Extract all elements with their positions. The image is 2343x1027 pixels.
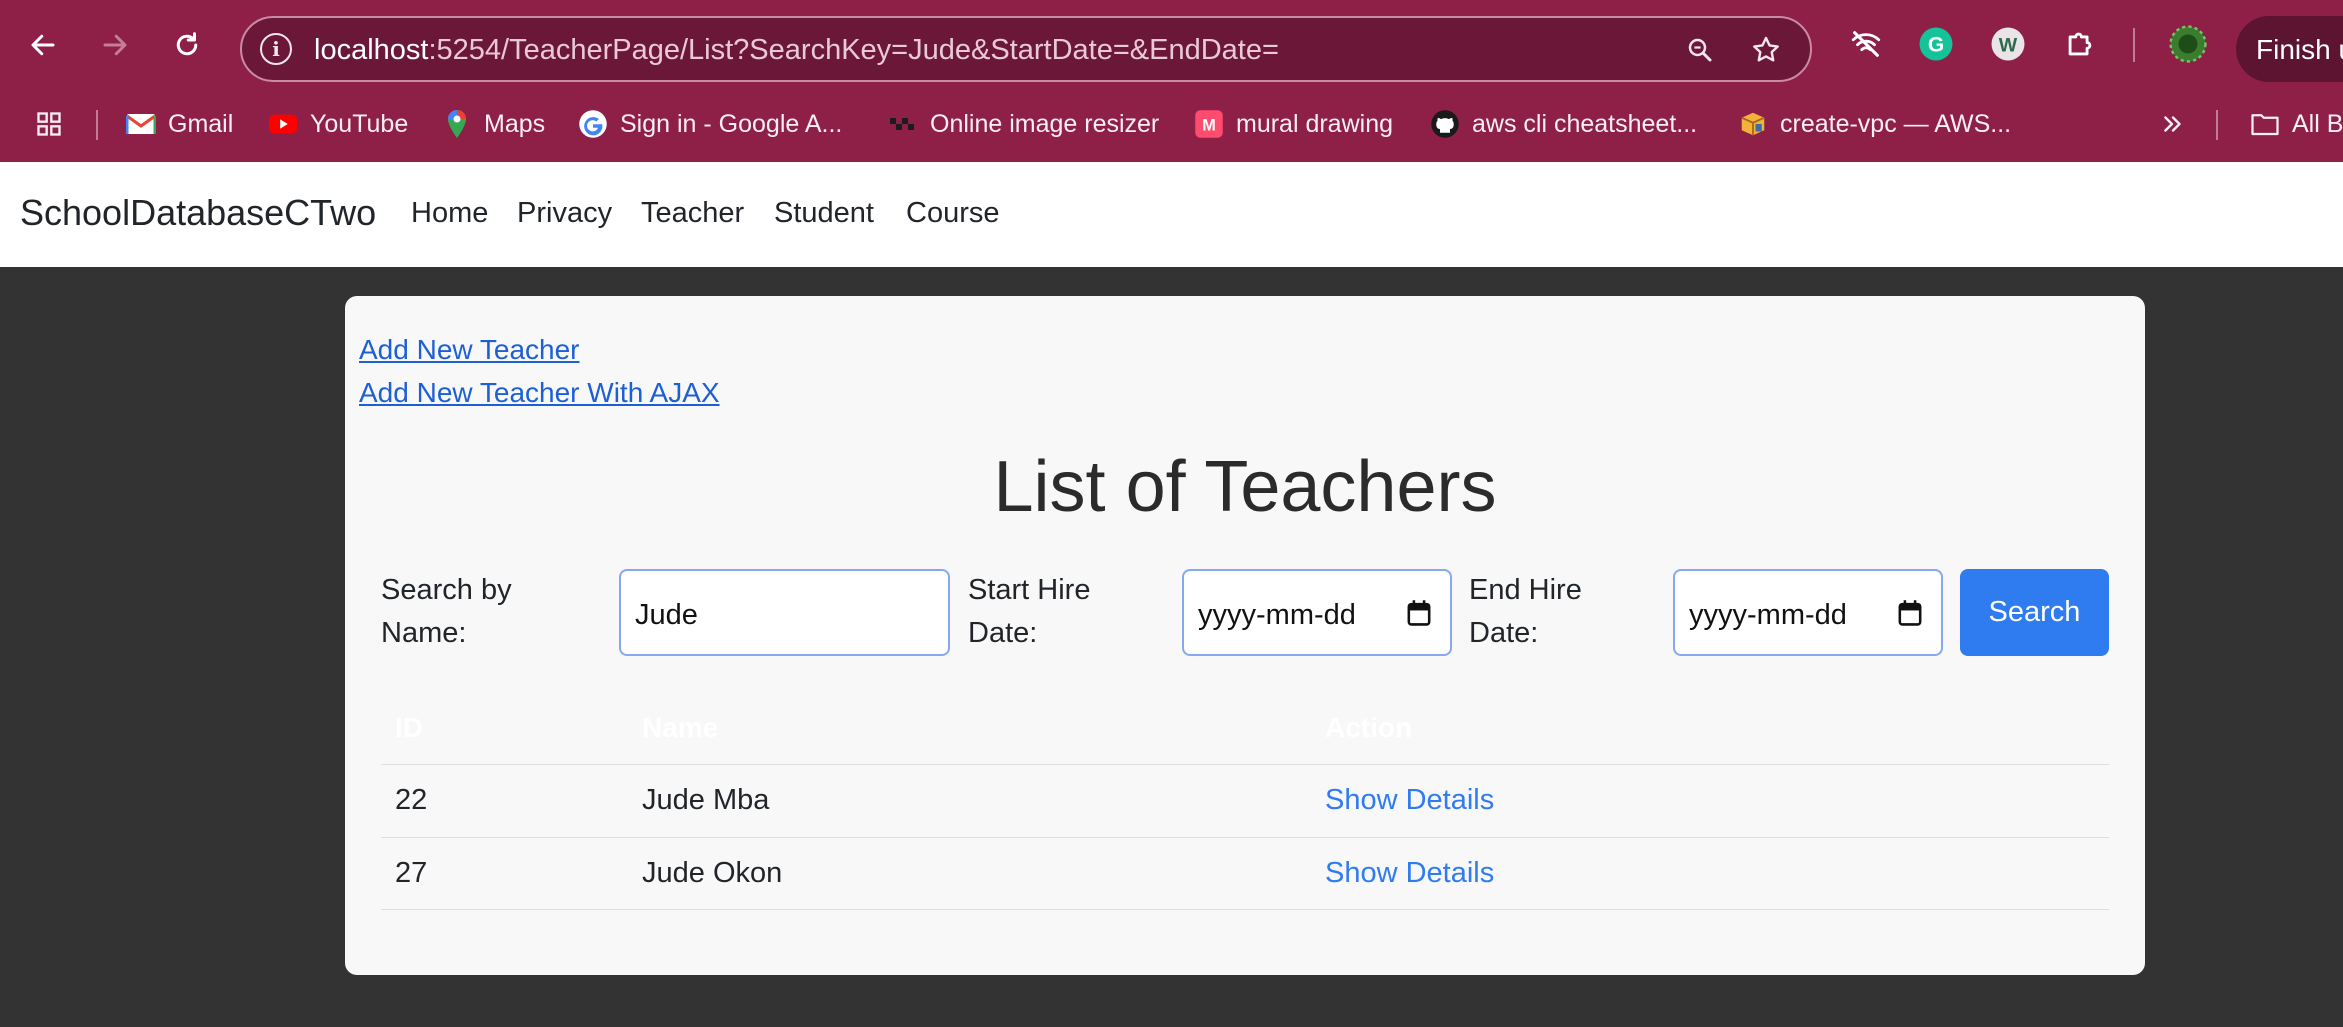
bookmark-label: Maps — [484, 109, 546, 138]
aws-icon — [1738, 109, 1768, 139]
add-new-teacher-link[interactable]: Add New Teacher — [359, 334, 580, 366]
end-hire-date-input[interactable]: yyyy-mm-dd — [1673, 569, 1943, 656]
search-name-value: Jude — [635, 599, 698, 631]
browser-toolbar: i localhost:5254/TeacherPage/List?Search… — [0, 0, 2343, 162]
label-line: Start Hire — [968, 574, 1091, 606]
bookmark-create-vpc[interactable]: create-vpc — AWS... — [1738, 104, 2011, 144]
bookmark-label: aws cli cheatsheet... — [1472, 109, 1698, 138]
zoom-icon[interactable] — [1682, 32, 1718, 68]
bookmark-label: All B — [2292, 109, 2343, 138]
reload-icon — [176, 32, 198, 56]
nav-link-privacy[interactable]: Privacy — [517, 197, 612, 230]
grammarly-icon[interactable]: G — [1916, 24, 1956, 64]
resizer-icon — [888, 109, 918, 139]
bookmark-label: create-vpc — AWS... — [1780, 109, 2012, 138]
url-host: localhost — [314, 34, 429, 66]
site-navbar: SchoolDatabaseCTwo Home Privacy Teacher … — [0, 162, 2343, 267]
end-date-placeholder: yyyy-mm-dd — [1689, 599, 1847, 631]
apps-grid-icon — [34, 109, 64, 139]
bookmark-label: Online image resizer — [930, 109, 1160, 138]
extension-wifi-off-icon[interactable] — [1846, 24, 1886, 64]
brand-link[interactable]: SchoolDatabaseCTwo — [20, 192, 376, 234]
bookmark-mural[interactable]: M mural drawing — [1194, 104, 1393, 144]
gmail-icon — [126, 109, 156, 139]
label-line: Date: — [968, 617, 1038, 649]
google-icon — [578, 109, 608, 139]
bookmark-label: Gmail — [168, 109, 234, 138]
bookmark-image-resizer[interactable]: Online image resizer — [888, 104, 1159, 144]
svg-text:W: W — [1999, 35, 2018, 57]
site-info-icon[interactable]: i — [260, 33, 292, 65]
column-header-id: ID — [395, 712, 423, 743]
label-line: End Hire — [1469, 574, 1582, 606]
teacher-list-card: Add New Teacher Add New Teacher With AJA… — [345, 296, 2145, 975]
profile-avatar-icon[interactable] — [2168, 24, 2208, 64]
bookmark-google-signin[interactable]: Sign in - Google A... — [578, 104, 842, 144]
page-title: List of Teachers — [993, 447, 1497, 527]
folder-icon — [2250, 109, 2280, 139]
cell-name: Jude Mba — [642, 784, 770, 816]
svg-text:M: M — [1202, 116, 1216, 134]
all-bookmarks-folder[interactable]: All B — [2250, 104, 2343, 144]
start-hire-date-label: Start Hire Date: — [968, 569, 1090, 655]
label-line: Date: — [1469, 617, 1539, 649]
table-divider — [381, 837, 2109, 838]
calendar-icon[interactable] — [1406, 599, 1432, 627]
url-path: :5254/TeacherPage/List?SearchKey=Jude&St… — [428, 34, 1279, 66]
back-arrow-icon — [31, 34, 55, 56]
label-line: Name: — [381, 617, 467, 649]
double-chevron-right-icon — [2158, 109, 2188, 139]
bookmark-star-icon[interactable] — [1748, 32, 1784, 68]
bookmark-aws-cli[interactable]: aws cli cheatsheet... — [1430, 104, 1697, 144]
cell-name: Jude Okon — [642, 857, 783, 889]
bookmark-label: YouTube — [310, 109, 409, 138]
bookmark-label: Sign in - Google A... — [620, 109, 843, 138]
calendar-icon[interactable] — [1897, 599, 1923, 627]
bookmark-maps[interactable]: Maps — [442, 104, 545, 144]
start-hire-date-input[interactable]: yyyy-mm-dd — [1182, 569, 1452, 656]
bookmarks-divider — [2216, 110, 2218, 140]
more-bookmarks-button[interactable] — [2158, 104, 2188, 144]
svg-text:G: G — [1928, 34, 1944, 57]
github-icon — [1430, 109, 1460, 139]
table-divider — [381, 909, 2109, 910]
nav-link-student[interactable]: Student — [774, 197, 874, 230]
reload-button[interactable] — [164, 22, 210, 68]
nav-link-course[interactable]: Course — [906, 197, 1000, 230]
bookmark-label: mural drawing — [1236, 109, 1394, 138]
cell-id: 27 — [395, 857, 428, 889]
mural-icon: M — [1194, 109, 1224, 139]
forward-arrow-icon — [103, 34, 127, 56]
maps-icon — [442, 109, 472, 139]
back-button[interactable] — [20, 22, 66, 68]
column-header-name: Name — [642, 712, 719, 743]
youtube-icon — [268, 109, 298, 139]
table-divider — [381, 764, 2109, 765]
add-new-teacher-ajax-link[interactable]: Add New Teacher With AJAX — [359, 377, 720, 409]
bookmarks-divider — [96, 110, 98, 140]
finish-update-button[interactable]: Finish u — [2236, 16, 2343, 82]
bookmarks-bar: Gmail YouTube Maps Sign in - Google A...… — [0, 98, 2343, 150]
search-name-input[interactable]: Jude — [619, 569, 950, 656]
cell-id: 22 — [395, 784, 428, 816]
wordtune-icon[interactable]: W — [1988, 24, 2028, 64]
apps-button[interactable] — [34, 104, 64, 144]
end-hire-date-label: End Hire Date: — [1469, 569, 1582, 655]
url-text[interactable]: localhost:5254/TeacherPage/List?SearchKe… — [314, 34, 1279, 67]
column-header-action: Action — [1325, 712, 1413, 743]
nav-link-teacher[interactable]: Teacher — [641, 197, 744, 230]
bookmark-gmail[interactable]: Gmail — [126, 104, 233, 144]
search-name-label: Search by Name: — [381, 569, 512, 655]
show-details-link[interactable]: Show Details — [1325, 857, 1494, 890]
show-details-link[interactable]: Show Details — [1325, 784, 1494, 817]
address-bar[interactable]: i localhost:5254/TeacherPage/List?Search… — [240, 16, 1812, 82]
nav-link-home[interactable]: Home — [411, 197, 488, 230]
bookmark-youtube[interactable]: YouTube — [268, 104, 408, 144]
toolbar-divider — [2133, 28, 2135, 62]
forward-button[interactable] — [92, 22, 138, 68]
start-date-placeholder: yyyy-mm-dd — [1198, 599, 1356, 631]
extensions-puzzle-icon[interactable] — [2060, 24, 2100, 64]
label-line: Search by — [381, 574, 512, 606]
search-button[interactable]: Search — [1960, 569, 2109, 656]
